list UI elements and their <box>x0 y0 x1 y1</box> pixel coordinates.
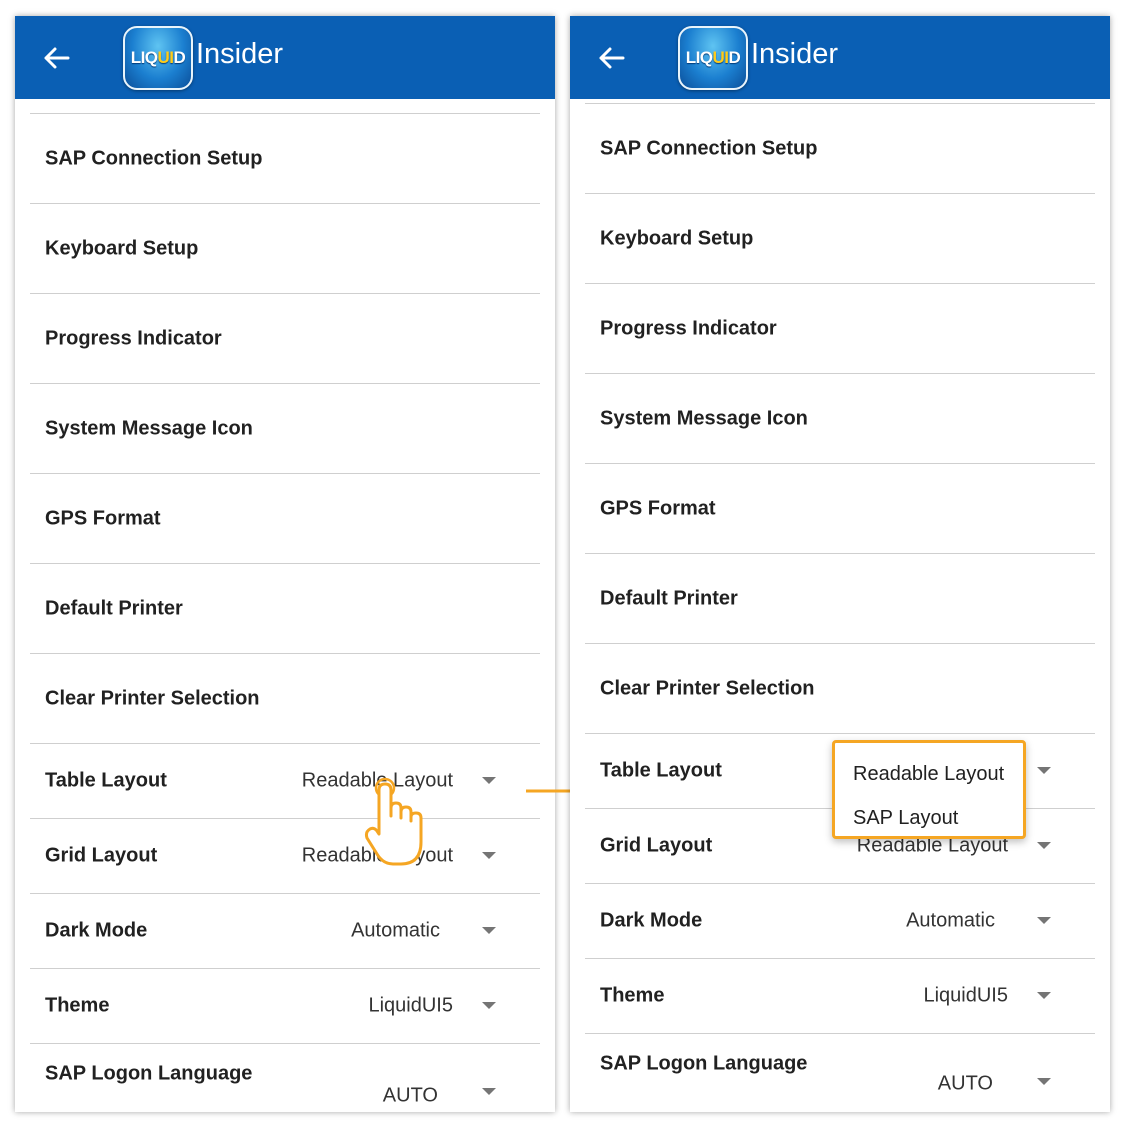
setting-sap-connection[interactable]: SAP Connection Setup <box>30 113 540 203</box>
caret-down-icon <box>1037 842 1051 849</box>
caret-down-icon <box>1037 917 1051 924</box>
setting-progress-indicator[interactable]: Progress Indicator <box>30 293 540 383</box>
setting-progress-indicator[interactable]: Progress Indicator <box>585 283 1095 373</box>
caret-down-icon <box>1037 992 1051 999</box>
app-title: Insider <box>751 38 839 70</box>
back-arrow-icon[interactable] <box>596 43 626 73</box>
app-bar: LIQUID Insider <box>570 16 1110 99</box>
select-grid-layout[interactable]: Grid Layout Readable Layout <box>30 818 540 893</box>
caret-down-icon <box>482 777 496 784</box>
select-dark-mode[interactable]: Dark Mode Automatic <box>585 883 1095 958</box>
caret-down-icon <box>482 1088 496 1095</box>
caret-down-icon <box>482 927 496 934</box>
hand-pointer-icon <box>364 777 423 866</box>
settings-list: SAP Connection Setup Keyboard Setup Prog… <box>585 103 1095 1108</box>
caret-down-icon <box>482 1002 496 1009</box>
back-arrow-icon[interactable] <box>41 43 71 73</box>
screen-after: LIQUID Insider SAP Connection Setup Keyb… <box>570 16 1110 1112</box>
caret-down-icon <box>1037 767 1051 774</box>
caret-down-icon <box>482 852 496 859</box>
screen-before: LIQUID Insider SAP Connection Setup Keyb… <box>15 16 555 1112</box>
table-layout-dropdown-menu: Readable Layout SAP Layout <box>832 740 1026 839</box>
liquid-logo: LIQUID <box>678 26 748 90</box>
setting-gps-format[interactable]: GPS Format <box>585 463 1095 553</box>
setting-clear-printer[interactable]: Clear Printer Selection <box>585 643 1095 733</box>
setting-system-message-icon[interactable]: System Message Icon <box>30 383 540 473</box>
select-theme[interactable]: Theme LiquidUI5 <box>30 968 540 1043</box>
select-dark-mode[interactable]: Dark Mode Automatic <box>30 893 540 968</box>
setting-clear-printer[interactable]: Clear Printer Selection <box>30 653 540 743</box>
caret-down-icon <box>1037 1078 1051 1085</box>
setting-default-printer[interactable]: Default Printer <box>585 553 1095 643</box>
app-title: Insider <box>196 38 284 70</box>
setting-system-message-icon[interactable]: System Message Icon <box>585 373 1095 463</box>
setting-gps-format[interactable]: GPS Format <box>30 473 540 563</box>
settings-list: SAP Connection Setup Keyboard Setup Prog… <box>30 113 540 1112</box>
select-sap-logon-language[interactable]: SAP Logon Language AUTO <box>585 1033 1095 1108</box>
setting-default-printer[interactable]: Default Printer <box>30 563 540 653</box>
setting-keyboard[interactable]: Keyboard Setup <box>585 193 1095 283</box>
dropdown-option-sap-layout[interactable]: SAP Layout <box>853 807 958 830</box>
select-sap-logon-language[interactable]: SAP Logon Language AUTO <box>30 1043 540 1112</box>
setting-sap-connection[interactable]: SAP Connection Setup <box>585 103 1095 193</box>
select-theme[interactable]: Theme LiquidUI5 <box>585 958 1095 1033</box>
app-bar: LIQUID Insider <box>15 16 555 99</box>
liquid-logo: LIQUID <box>123 26 193 90</box>
dropdown-option-readable-layout[interactable]: Readable Layout <box>853 763 1004 786</box>
setting-keyboard[interactable]: Keyboard Setup <box>30 203 540 293</box>
select-table-layout[interactable]: Table Layout Readable Layout <box>30 743 540 818</box>
